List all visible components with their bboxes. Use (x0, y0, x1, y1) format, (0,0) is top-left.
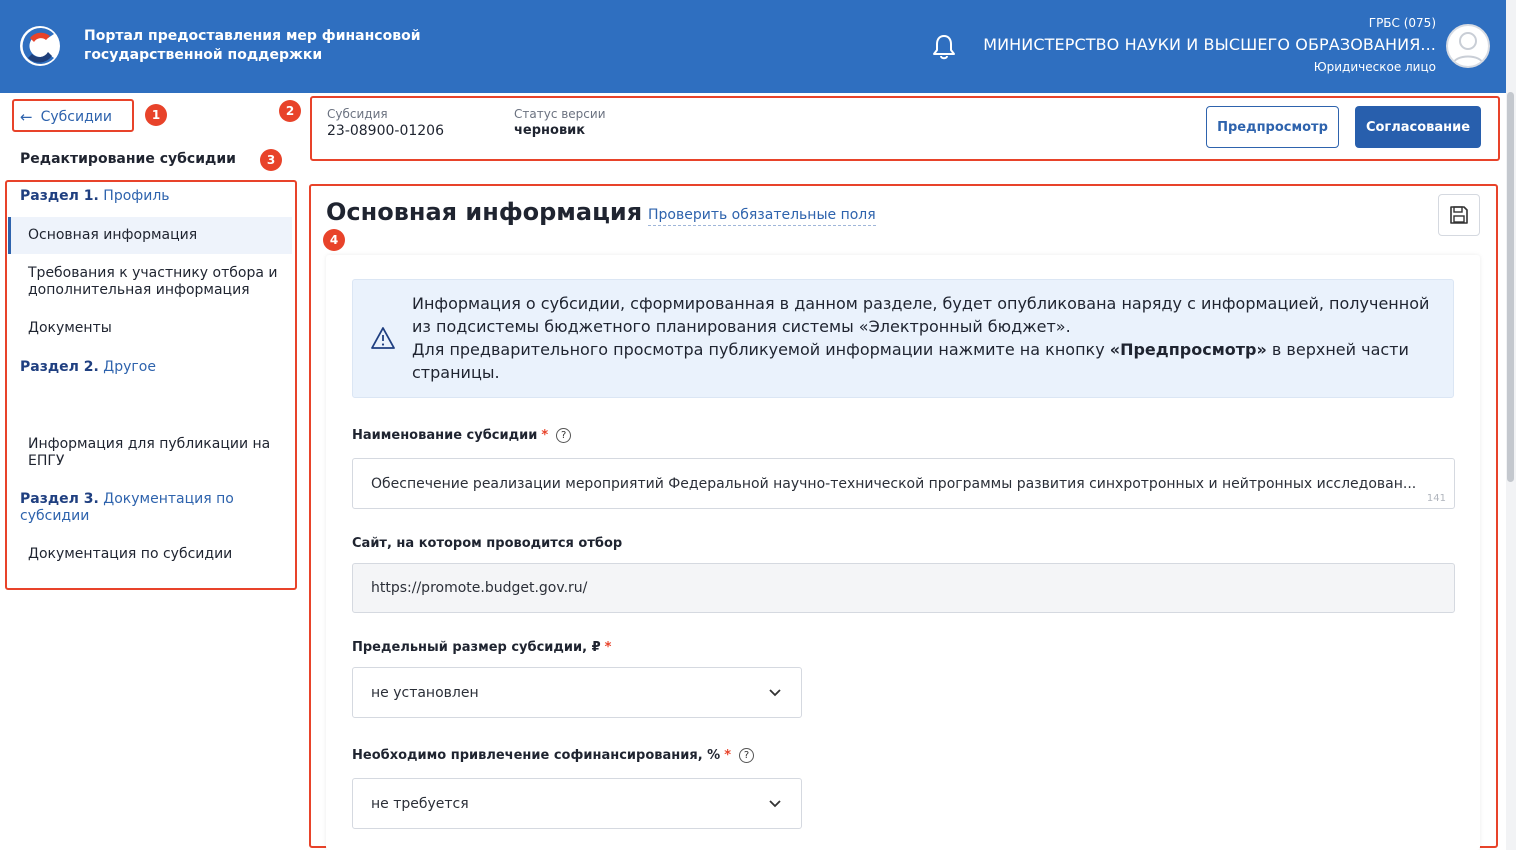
section-name: Профиль (103, 188, 170, 204)
help-icon[interactable]: ? (739, 748, 755, 763)
status-label: Статус версии (514, 107, 606, 121)
vertical-scrollbar-thumb[interactable] (1507, 92, 1514, 482)
field-label-text: Наименование субсидии (352, 428, 538, 443)
nav-item-main-info[interactable]: Основная информация (8, 217, 292, 254)
required-marker: * (541, 428, 549, 443)
grbs-code: ГРБС (075) (1368, 16, 1436, 30)
app-header: Портал предоставления мер финансовой гос… (0, 0, 1506, 93)
approve-button[interactable]: Согласование (1355, 106, 1481, 148)
nav-item-label: Документы (28, 320, 112, 336)
portal-title-line1: Портал предоставления мер финансовой (84, 28, 421, 44)
annotation-marker-2: 2 (279, 100, 301, 122)
nav-section-3[interactable]: Раздел 3. Документация по субсидии (20, 491, 280, 525)
organization-name[interactable]: МИНИСТЕРСТВО НАУКИ И ВЫСШЕГО ОБРАЗОВАНИЯ… (983, 35, 1436, 54)
field-label-text: Сайт, на котором проводится отбор (352, 536, 623, 551)
required-marker: * (604, 640, 612, 655)
avatar[interactable] (1446, 24, 1490, 68)
portal-logo-icon[interactable] (16, 24, 64, 68)
site-label: Сайт, на котором проводится отбор (352, 536, 622, 551)
edit-subsidy-title: Редактирование субсидии (20, 151, 236, 167)
alert-line-2-pre: Для предварительного просмотра публикуем… (412, 340, 1110, 359)
nav-item-requirements[interactable]: Требования к участнику отбора и дополнит… (8, 265, 292, 299)
cofinancing-value: не требуется (371, 795, 469, 812)
alert-line-1: Информация о субсидии, сформированная в … (412, 294, 1430, 336)
page-title: Основная информация (326, 198, 643, 226)
nav-section-2[interactable]: Раздел 2. Другое (20, 359, 280, 376)
nav-item-epgu-info[interactable]: Информация для публикации на ЕПГУ (8, 436, 292, 470)
subsidy-name-value: Обеспечение реализации мероприятий Федер… (371, 475, 1417, 492)
save-icon (1450, 206, 1468, 224)
nav-item-label: Документация по субсидии (28, 546, 233, 562)
entity-type: Юридическое лицо (1313, 60, 1436, 74)
portal-title-line2: государственной поддержки (84, 47, 323, 63)
site-field[interactable]: https://promote.budget.gov.ru/ (352, 563, 1455, 613)
required-marker: * (724, 748, 732, 763)
nav-item-documents[interactable]: Документы (8, 320, 292, 337)
section-name: Другое (103, 359, 156, 375)
subsidy-name-label: Наименование субсидии * ? (352, 428, 572, 443)
chevron-down-icon (769, 799, 781, 807)
subsidy-label: Субсидия (327, 107, 388, 121)
alert-line-2: Для предварительного просмотра публикуем… (412, 338, 1432, 384)
status-value: черновик (514, 123, 586, 138)
cofinancing-label: Необходимо привлечение софинансирования,… (352, 748, 755, 763)
subsidy-name-field[interactable]: Обеспечение реализации мероприятий Федер… (352, 458, 1455, 509)
check-required-fields-link[interactable]: Проверить обязательные поля (648, 207, 876, 226)
warning-icon (371, 327, 395, 349)
field-label-text: Необходимо привлечение софинансирования,… (352, 748, 721, 763)
help-icon[interactable]: ? (556, 428, 572, 443)
site-value: https://promote.budget.gov.ru/ (371, 580, 588, 596)
section-prefix: Раздел 3. (20, 491, 99, 507)
nav-item-subsidy-docs[interactable]: Документация по субсидии (8, 546, 292, 563)
char-counter: 141 (1426, 493, 1446, 504)
field-label-text: Предельный размер субсидии, ₽ (352, 640, 601, 655)
annotation-box-1 (12, 99, 134, 132)
section-prefix: Раздел 2. (20, 359, 99, 375)
alert-line-2-bold: «Предпросмотр» (1109, 340, 1267, 359)
nav-section-1[interactable]: Раздел 1. Профиль (20, 188, 280, 205)
user-avatar-icon (1452, 32, 1484, 65)
limit-value: не установлен (371, 684, 479, 701)
limit-label: Предельный размер субсидии, ₽ * (352, 640, 611, 655)
preview-button[interactable]: Предпросмотр (1206, 106, 1339, 148)
cofinancing-select[interactable]: не требуется (352, 778, 802, 829)
nav-item-label: Требования к участнику отбора и дополнит… (28, 265, 278, 298)
nav-item-label: Основная информация (28, 227, 198, 243)
annotation-marker-3: 3 (260, 149, 282, 171)
subsidy-number: 23-08900-01206 (327, 123, 444, 139)
save-button[interactable] (1438, 194, 1480, 236)
alert-text: Информация о субсидии, сформированная в … (412, 292, 1432, 384)
section-prefix: Раздел 1. (20, 188, 99, 204)
portal-title: Портал предоставления мер финансовой гос… (84, 27, 424, 65)
annotation-marker-1: 1 (145, 104, 167, 126)
annotation-marker-4: 4 (323, 229, 345, 251)
chevron-down-icon (769, 688, 781, 696)
bell-icon[interactable] (931, 33, 957, 61)
nav-item-label: Информация для публикации на ЕПГУ (28, 436, 271, 469)
limit-select[interactable]: не установлен (352, 667, 802, 718)
